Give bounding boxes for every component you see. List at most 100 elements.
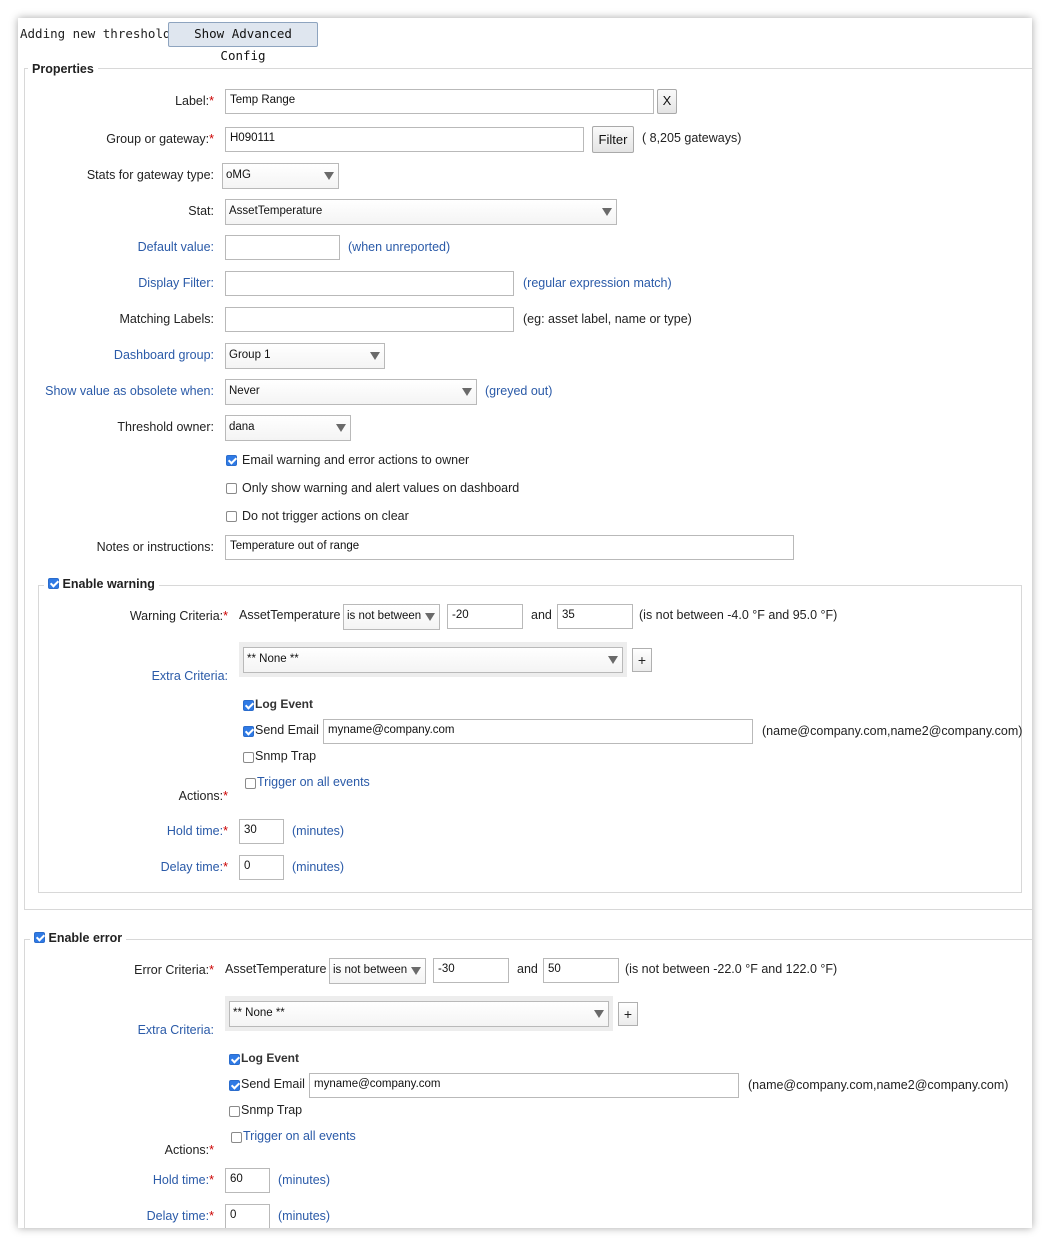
warning-operator-select[interactable]: is not between xyxy=(343,604,440,630)
chevron-down-icon xyxy=(324,172,334,180)
default-value-label: Default value: xyxy=(137,240,214,254)
enable-warning-checkbox[interactable] xyxy=(48,578,59,589)
chevron-down-icon xyxy=(462,388,472,396)
chevron-down-icon xyxy=(411,967,421,975)
error-low-input[interactable]: -30 xyxy=(433,958,509,983)
warning-email-input[interactable]: myname@company.com xyxy=(323,719,753,744)
error-explain: (is not between -22.0 °F and 122.0 °F) xyxy=(625,962,838,976)
error-log-event-label: Log Event xyxy=(241,1051,300,1065)
owner-label: Threshold owner: xyxy=(117,420,214,434)
error-hold-label: Hold time:* xyxy=(152,1173,214,1187)
warning-hold-input[interactable]: 30 xyxy=(239,819,284,844)
label-field-label: Label:* xyxy=(175,94,214,108)
header-bar: Adding new threshold Show Advanced Confi… xyxy=(18,18,1032,63)
warning-send-email-label: Send Email xyxy=(255,723,319,737)
error-snmp-label: Snmp Trap xyxy=(241,1103,303,1117)
error-legend: Enable error xyxy=(30,931,127,945)
chevron-down-icon xyxy=(602,208,612,216)
warning-delay-input[interactable]: 0 xyxy=(239,855,284,880)
only-show-warning-checkbox[interactable] xyxy=(226,483,237,494)
warning-send-email-checkbox[interactable] xyxy=(243,726,254,737)
error-hold-input[interactable]: 60 xyxy=(225,1168,270,1193)
warning-snmp-label: Snmp Trap xyxy=(255,749,317,763)
error-delay-input[interactable]: 0 xyxy=(225,1204,270,1228)
error-stat-name: AssetTemperature xyxy=(225,962,327,976)
email-owner-checkbox[interactable] xyxy=(226,455,237,466)
display-filter-input[interactable] xyxy=(225,271,514,296)
notes-input[interactable]: Temperature out of range xyxy=(225,535,794,560)
warning-and-text: and xyxy=(531,608,552,622)
default-value-input[interactable] xyxy=(225,235,340,260)
error-add-criteria-button[interactable]: + xyxy=(618,1002,638,1026)
error-log-event-checkbox[interactable] xyxy=(229,1054,240,1065)
page-title: Adding new threshold xyxy=(20,26,171,41)
chevron-down-icon xyxy=(608,656,618,664)
only-show-warning-label: Only show warning and alert values on da… xyxy=(242,481,520,495)
error-extra-select[interactable]: ** None ** xyxy=(229,1001,609,1027)
warning-extra-select[interactable]: ** None ** xyxy=(243,647,623,673)
warning-explain: (is not between -4.0 °F and 95.0 °F) xyxy=(639,608,838,622)
warning-trigger-all-checkbox[interactable] xyxy=(245,778,256,789)
dashboard-group-select[interactable]: Group 1 xyxy=(225,343,385,369)
warning-log-event-checkbox[interactable] xyxy=(243,700,254,711)
chevron-down-icon xyxy=(425,613,435,621)
warning-actions-label: Actions:* xyxy=(178,789,228,803)
dashboard-group-label: Dashboard group: xyxy=(113,348,214,362)
error-criteria-label: Error Criteria:* xyxy=(134,963,214,977)
group-field-label: Group or gateway:* xyxy=(106,132,214,146)
display-filter-label: Display Filter: xyxy=(138,276,214,290)
warning-hold-unit: (minutes) xyxy=(292,824,345,838)
matching-labels-input[interactable] xyxy=(225,307,514,332)
warning-snmp-checkbox[interactable] xyxy=(243,752,254,763)
warning-delay-unit: (minutes) xyxy=(292,860,345,874)
chevron-down-icon xyxy=(336,424,346,432)
error-operator-select[interactable]: is not between xyxy=(329,958,426,984)
no-trigger-on-clear-label: Do not trigger actions on clear xyxy=(242,509,409,523)
error-trigger-all-label: Trigger on all events xyxy=(243,1129,356,1143)
obsolete-note: (greyed out) xyxy=(485,384,553,398)
warning-log-event-label: Log Event xyxy=(255,697,314,711)
error-high-input[interactable]: 50 xyxy=(543,958,619,983)
error-snmp-checkbox[interactable] xyxy=(229,1106,240,1117)
filter-button[interactable]: Filter xyxy=(592,126,634,153)
warning-criteria-label: Warning Criteria:* xyxy=(129,609,228,623)
stat-label: Stat: xyxy=(188,204,214,218)
error-trigger-all-checkbox[interactable] xyxy=(231,1132,242,1143)
clear-label-button[interactable]: X xyxy=(657,89,677,114)
gateway-type-label: Stats for gateway type: xyxy=(86,168,214,182)
chevron-down-icon xyxy=(370,352,380,360)
owner-select[interactable]: dana xyxy=(225,415,351,441)
group-input[interactable]: H090111 xyxy=(225,127,584,152)
stat-select[interactable]: AssetTemperature xyxy=(225,199,617,225)
show-advanced-config-button[interactable]: Show Advanced Config xyxy=(168,22,318,63)
label-input[interactable]: Temp Range xyxy=(225,89,654,114)
error-send-email-checkbox[interactable] xyxy=(229,1080,240,1091)
warning-low-input[interactable]: -20 xyxy=(447,604,523,629)
error-send-email-label: Send Email xyxy=(241,1077,305,1091)
warning-email-hint: (name@company.com,name2@company.com) xyxy=(762,724,1023,738)
chevron-down-icon xyxy=(594,1010,604,1018)
matching-labels-label: Matching Labels: xyxy=(119,312,214,326)
error-delay-label: Delay time:* xyxy=(146,1209,214,1223)
obsolete-select[interactable]: Never xyxy=(225,379,477,405)
warning-high-input[interactable]: 35 xyxy=(557,604,633,629)
email-owner-label: Email warning and error actions to owner xyxy=(242,453,470,467)
warning-add-criteria-button[interactable]: + xyxy=(632,648,652,672)
error-hold-unit: (minutes) xyxy=(278,1173,331,1187)
threshold-dialog: Adding new threshold Show Advanced Confi… xyxy=(18,18,1032,1228)
display-filter-note: (regular expression match) xyxy=(523,276,672,290)
properties-legend: Properties xyxy=(28,62,98,76)
gateway-type-select[interactable]: oMG xyxy=(222,163,339,189)
warning-legend: Enable warning xyxy=(44,577,159,591)
default-value-note: (when unreported) xyxy=(348,240,451,254)
error-email-input[interactable]: myname@company.com xyxy=(309,1073,739,1098)
notes-label: Notes or instructions: xyxy=(96,540,214,554)
enable-error-checkbox[interactable] xyxy=(34,932,45,943)
error-actions-label: Actions:* xyxy=(164,1143,214,1157)
error-delay-unit: (minutes) xyxy=(278,1209,331,1223)
gateway-count: ( 8,205 gateways) xyxy=(642,131,742,145)
warning-hold-label: Hold time:* xyxy=(166,824,228,838)
no-trigger-on-clear-checkbox[interactable] xyxy=(226,511,237,522)
error-and-text: and xyxy=(517,962,538,976)
warning-extra-label: Extra Criteria: xyxy=(151,669,228,683)
